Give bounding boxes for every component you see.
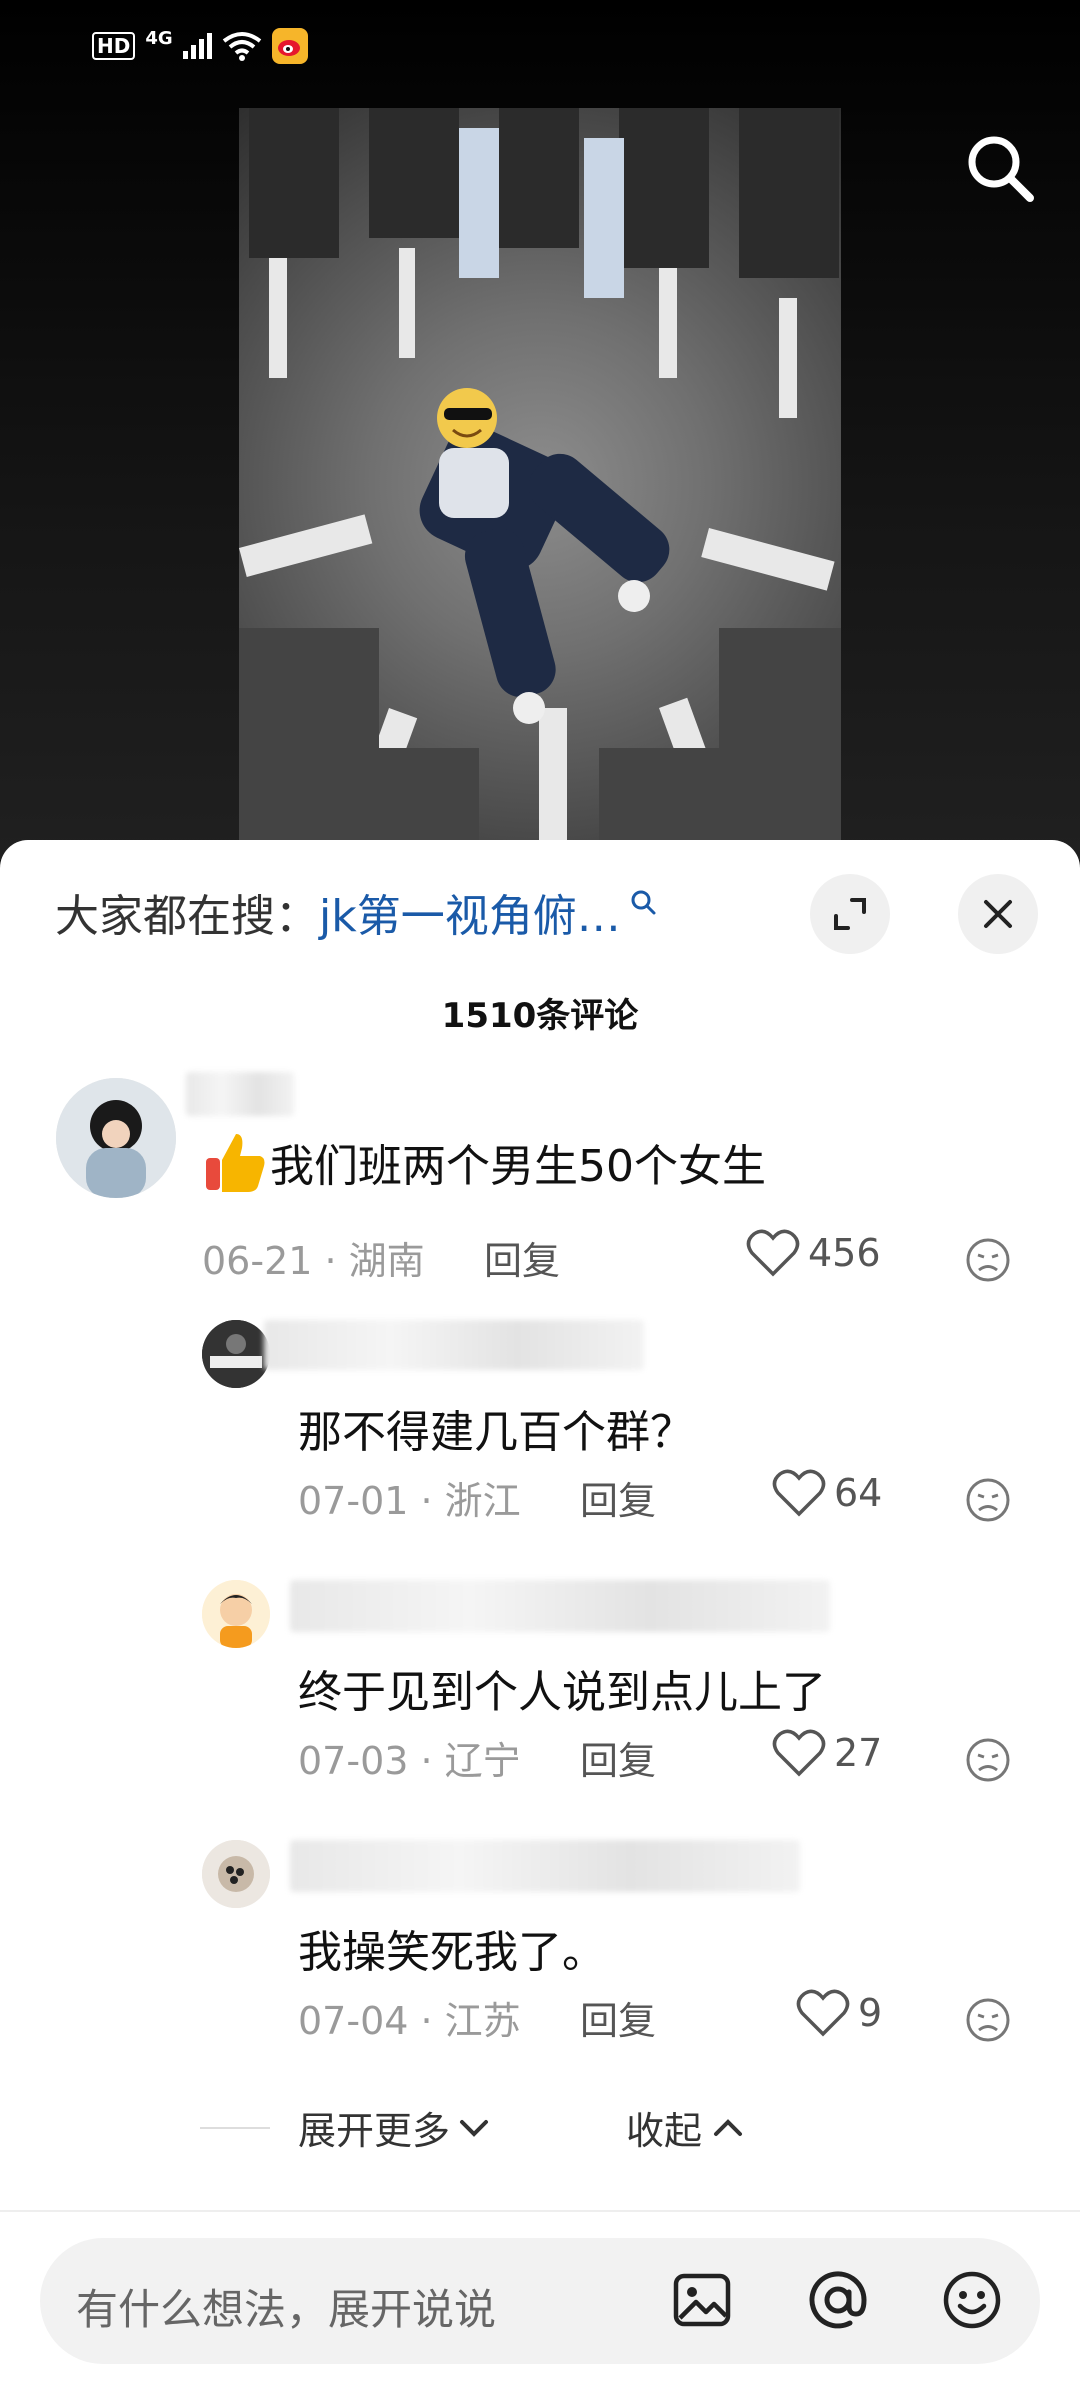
chevron-down-icon: [460, 2119, 489, 2137]
like-count: 27: [834, 1731, 883, 1775]
divider: [200, 2126, 270, 2129]
status-bar: HD 4G: [92, 28, 308, 64]
reply-button[interactable]: 回复: [580, 1470, 656, 1525]
heart-icon: [772, 1469, 826, 1517]
comment-sheet: 大家都在搜： jk第一视角俯… 1510条评论 我们班两个男生50个女生 06-…: [0, 840, 1080, 2400]
wifi-icon: [222, 32, 261, 61]
expand-more-label: 展开更多: [298, 2109, 451, 2153]
heart-icon: [746, 1229, 800, 1277]
reply-button[interactable]: 回复: [580, 1990, 656, 2045]
heart-icon: [796, 1989, 850, 2037]
hot-search-link[interactable]: 大家都在搜： jk第一视角俯…: [55, 880, 657, 944]
avatar[interactable]: [202, 1320, 270, 1388]
reply-button[interactable]: 回复: [580, 1730, 656, 1785]
comment-text: 那不得建几百个群？: [298, 1407, 694, 1458]
comment-text: 我操笑死我了。: [298, 1927, 606, 1978]
comment-input-bar: 有什么想法，展开说说: [0, 2210, 1080, 2400]
avatar[interactable]: [202, 1580, 270, 1648]
chevron-up-icon: [714, 2118, 743, 2136]
photo-illustration: [239, 108, 841, 860]
mention-icon[interactable]: [806, 2268, 870, 2332]
comment-text: 我们班两个男生50个女生: [202, 1128, 766, 1196]
hot-search-prefix: 大家都在搜：: [55, 891, 319, 942]
comment-meta: 07-03 · 辽宁: [298, 1739, 521, 1783]
search-icon: [631, 890, 656, 915]
image-icon[interactable]: [670, 2268, 734, 2332]
comment-body: 我们班两个男生50个女生: [270, 1141, 766, 1192]
video-area[interactable]: HD 4G: [0, 0, 1080, 860]
comment-meta: 07-01 · 浙江: [298, 1479, 521, 1523]
dislike-icon[interactable]: [964, 1736, 1012, 1784]
comment-count: 1510条评论: [441, 996, 639, 1036]
like-button[interactable]: 9: [796, 1988, 882, 2038]
dislike-icon[interactable]: [964, 1996, 1012, 2044]
collapse-button[interactable]: 收起: [626, 2100, 744, 2155]
expand-icon: [834, 898, 866, 930]
hot-search-query[interactable]: jk第一视角俯…: [319, 880, 621, 944]
hd-indicator: HD: [92, 32, 136, 60]
expand-button[interactable]: [810, 874, 890, 954]
avatar[interactable]: [202, 1840, 270, 1908]
comment-meta: 06-21 · 湖南: [202, 1239, 425, 1283]
like-button[interactable]: 27: [772, 1728, 882, 1778]
dislike-icon[interactable]: [964, 1236, 1012, 1284]
video-frame[interactable]: [239, 108, 841, 860]
search-icon[interactable]: [960, 128, 1040, 208]
like-button[interactable]: 64: [772, 1468, 882, 1518]
comment-text: 终于见到个人说到点儿上了: [298, 1667, 826, 1718]
thumbs-up-emoji: [206, 1134, 265, 1192]
close-icon: [984, 900, 1012, 928]
expand-replies-row[interactable]: 展开更多: [200, 2100, 490, 2155]
dislike-icon[interactable]: [964, 1476, 1012, 1524]
like-count: 9: [858, 1991, 883, 2035]
network-type: 4G: [145, 27, 173, 49]
username-blurred[interactable]: [186, 1072, 294, 1116]
expand-more-button[interactable]: 展开更多: [298, 2100, 490, 2155]
username-blurred[interactable]: [264, 1320, 644, 1370]
emoji-icon[interactable]: [940, 2268, 1004, 2332]
username-blurred[interactable]: [290, 1840, 800, 1892]
avatar[interactable]: [56, 1078, 176, 1198]
comment-meta: 07-04 · 江苏: [298, 1999, 521, 2043]
signal-icon: [182, 33, 212, 59]
close-button[interactable]: [958, 874, 1038, 954]
username-blurred[interactable]: [290, 1580, 830, 1632]
like-count: 456: [808, 1231, 881, 1275]
comment-input-placeholder: 有什么想法，展开说说: [76, 2285, 497, 2334]
collapse-label: 收起: [626, 2109, 703, 2153]
reply-button[interactable]: 回复: [484, 1230, 560, 1285]
comment-input[interactable]: 有什么想法，展开说说: [40, 2238, 1040, 2364]
like-count: 64: [834, 1471, 883, 1515]
heart-icon: [772, 1729, 826, 1777]
weibo-app-icon: [271, 28, 308, 64]
like-button[interactable]: 456: [746, 1228, 881, 1278]
